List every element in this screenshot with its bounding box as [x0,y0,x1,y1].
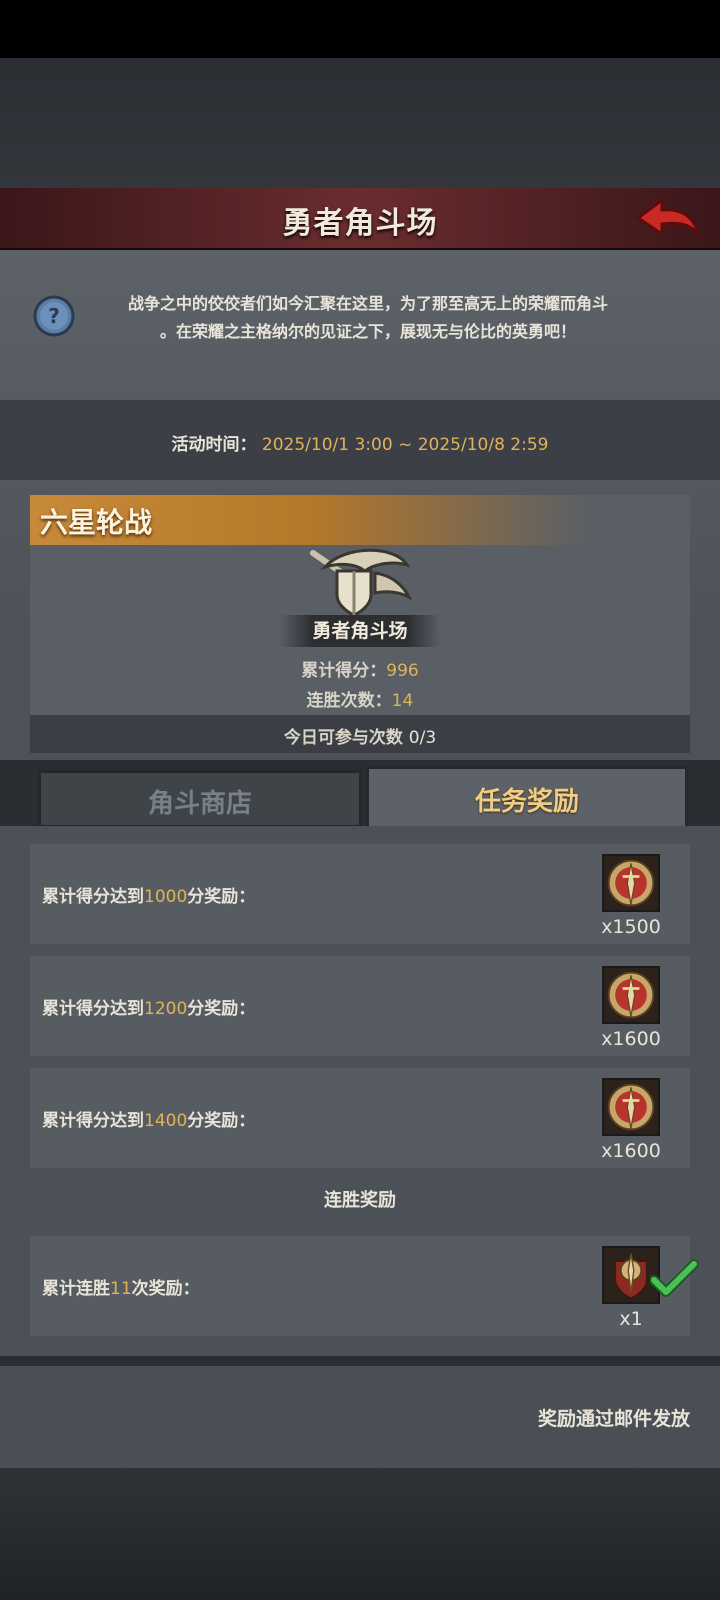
reward-condition-number: 1400 [144,1111,188,1131]
arena-shield-emblem-icon [310,548,413,617]
list-divider [0,1356,720,1366]
arena-name: 勇者角斗场 [280,615,440,647]
background-bottom [0,1468,720,1600]
today-attempts-bar: 今日可参与次数 0/3 [30,715,690,753]
event-time-bar: 活动时间： 2025/10/1 3:00 ~ 2025/10/8 2:59 [0,400,720,480]
reward-condition-suffix: 分奖励： [187,999,256,1019]
event-time-value: 2025/10/1 3:00 ~ 2025/10/8 2:59 [261,435,549,455]
help-icon[interactable]: ? [32,294,76,338]
reward-condition: 累计得分达到1400分奖励： [42,1106,255,1131]
today-attempts-value: 0/3 [408,728,437,748]
page-title: 勇者角斗场 [282,206,438,241]
reward-condition-number: 1200 [144,999,188,1019]
reward-quantity: x1 [619,1308,643,1330]
tab-task-rewards-label: 任务奖励 [474,787,579,817]
tab-arena-shop[interactable]: 角斗商店 [38,770,362,828]
streak-stat: 连胜次数：14 [0,686,720,711]
description-section: ? 战争之中的佼佼者们如今汇聚在这里，为了那至高无上的荣耀而角斗 。在荣耀之主格… [0,268,720,398]
mode-tag: 六星轮战 [30,495,590,545]
reward-condition-prefix: 累计连胜 [42,1279,110,1299]
score-label: 累计得分： [301,661,387,681]
reward-condition: 累计得分达到1000分奖励： [42,882,255,907]
reward-row: 累计得分达到1000分奖励： x1500 [30,844,690,944]
event-time-label: 活动时间： [171,435,257,455]
title-bar: 勇者角斗场 [0,188,720,250]
reward-condition-number: 1000 [144,887,188,907]
score-value: 996 [386,661,419,681]
reward-row: 累计得分达到1400分奖励： x1600 [30,1068,690,1168]
medal-icon[interactable] [602,1078,660,1136]
mode-tag-label: 六星轮战 [40,506,153,539]
reward-condition: 累计连胜11次奖励： [42,1274,200,1299]
tab-arena-shop-label: 角斗商店 [147,789,252,819]
streak-section-title: 连胜奖励 [324,1190,396,1211]
reward-row: 累计得分达到1200分奖励： x1600 [30,956,690,1056]
reward-condition: 累计得分达到1200分奖励： [42,994,255,1019]
score-stat: 累计得分：996 [0,656,720,681]
medal-icon[interactable] [602,854,660,912]
tab-task-rewards[interactable]: 任务奖励 [366,766,688,829]
streak-label: 连胜次数： [306,691,392,711]
reward-condition-number: 11 [110,1279,132,1299]
claimed-check-icon [650,1259,698,1297]
reward-list[interactable]: 累计得分达到1000分奖励： x1500 累计得分达到1200分奖励： x160… [0,826,720,1356]
reward-condition-prefix: 累计得分达到 [42,887,144,907]
streak-value: 14 [391,691,414,711]
reward-quantity: x1600 [601,1028,661,1050]
reward-quantity: x1500 [601,916,661,938]
reward-condition-suffix: 次奖励： [131,1279,200,1299]
reward-condition-suffix: 分奖励： [187,1111,256,1131]
description-line: 战争之中的佼佼者们如今汇聚在这里，为了那至高无上的荣耀而角斗 [127,294,608,313]
reward-row: 累计连胜11次奖励： x1 [30,1236,698,1336]
svg-text:?: ? [48,304,60,328]
back-arrow-icon[interactable] [632,194,702,242]
background-top [0,58,720,190]
status-bar [0,0,720,58]
medal-icon[interactable] [602,966,660,1024]
today-attempts-label: 今日可参与次数 [283,728,403,748]
reward-condition-suffix: 分奖励： [187,887,256,907]
reward-condition-prefix: 累计得分达到 [42,999,144,1019]
description-line: 。在荣耀之主格纳尔的见证之下，展现无与伦比的英勇吧！ [159,322,576,341]
reward-condition-prefix: 累计得分达到 [42,1111,144,1131]
description-text: 战争之中的佼佼者们如今汇聚在这里，为了那至高无上的荣耀而角斗 。在荣耀之主格纳尔… [88,290,648,346]
reward-quantity: x1600 [601,1140,661,1162]
mail-delivery-note: 奖励通过邮件发放 [537,1408,690,1430]
